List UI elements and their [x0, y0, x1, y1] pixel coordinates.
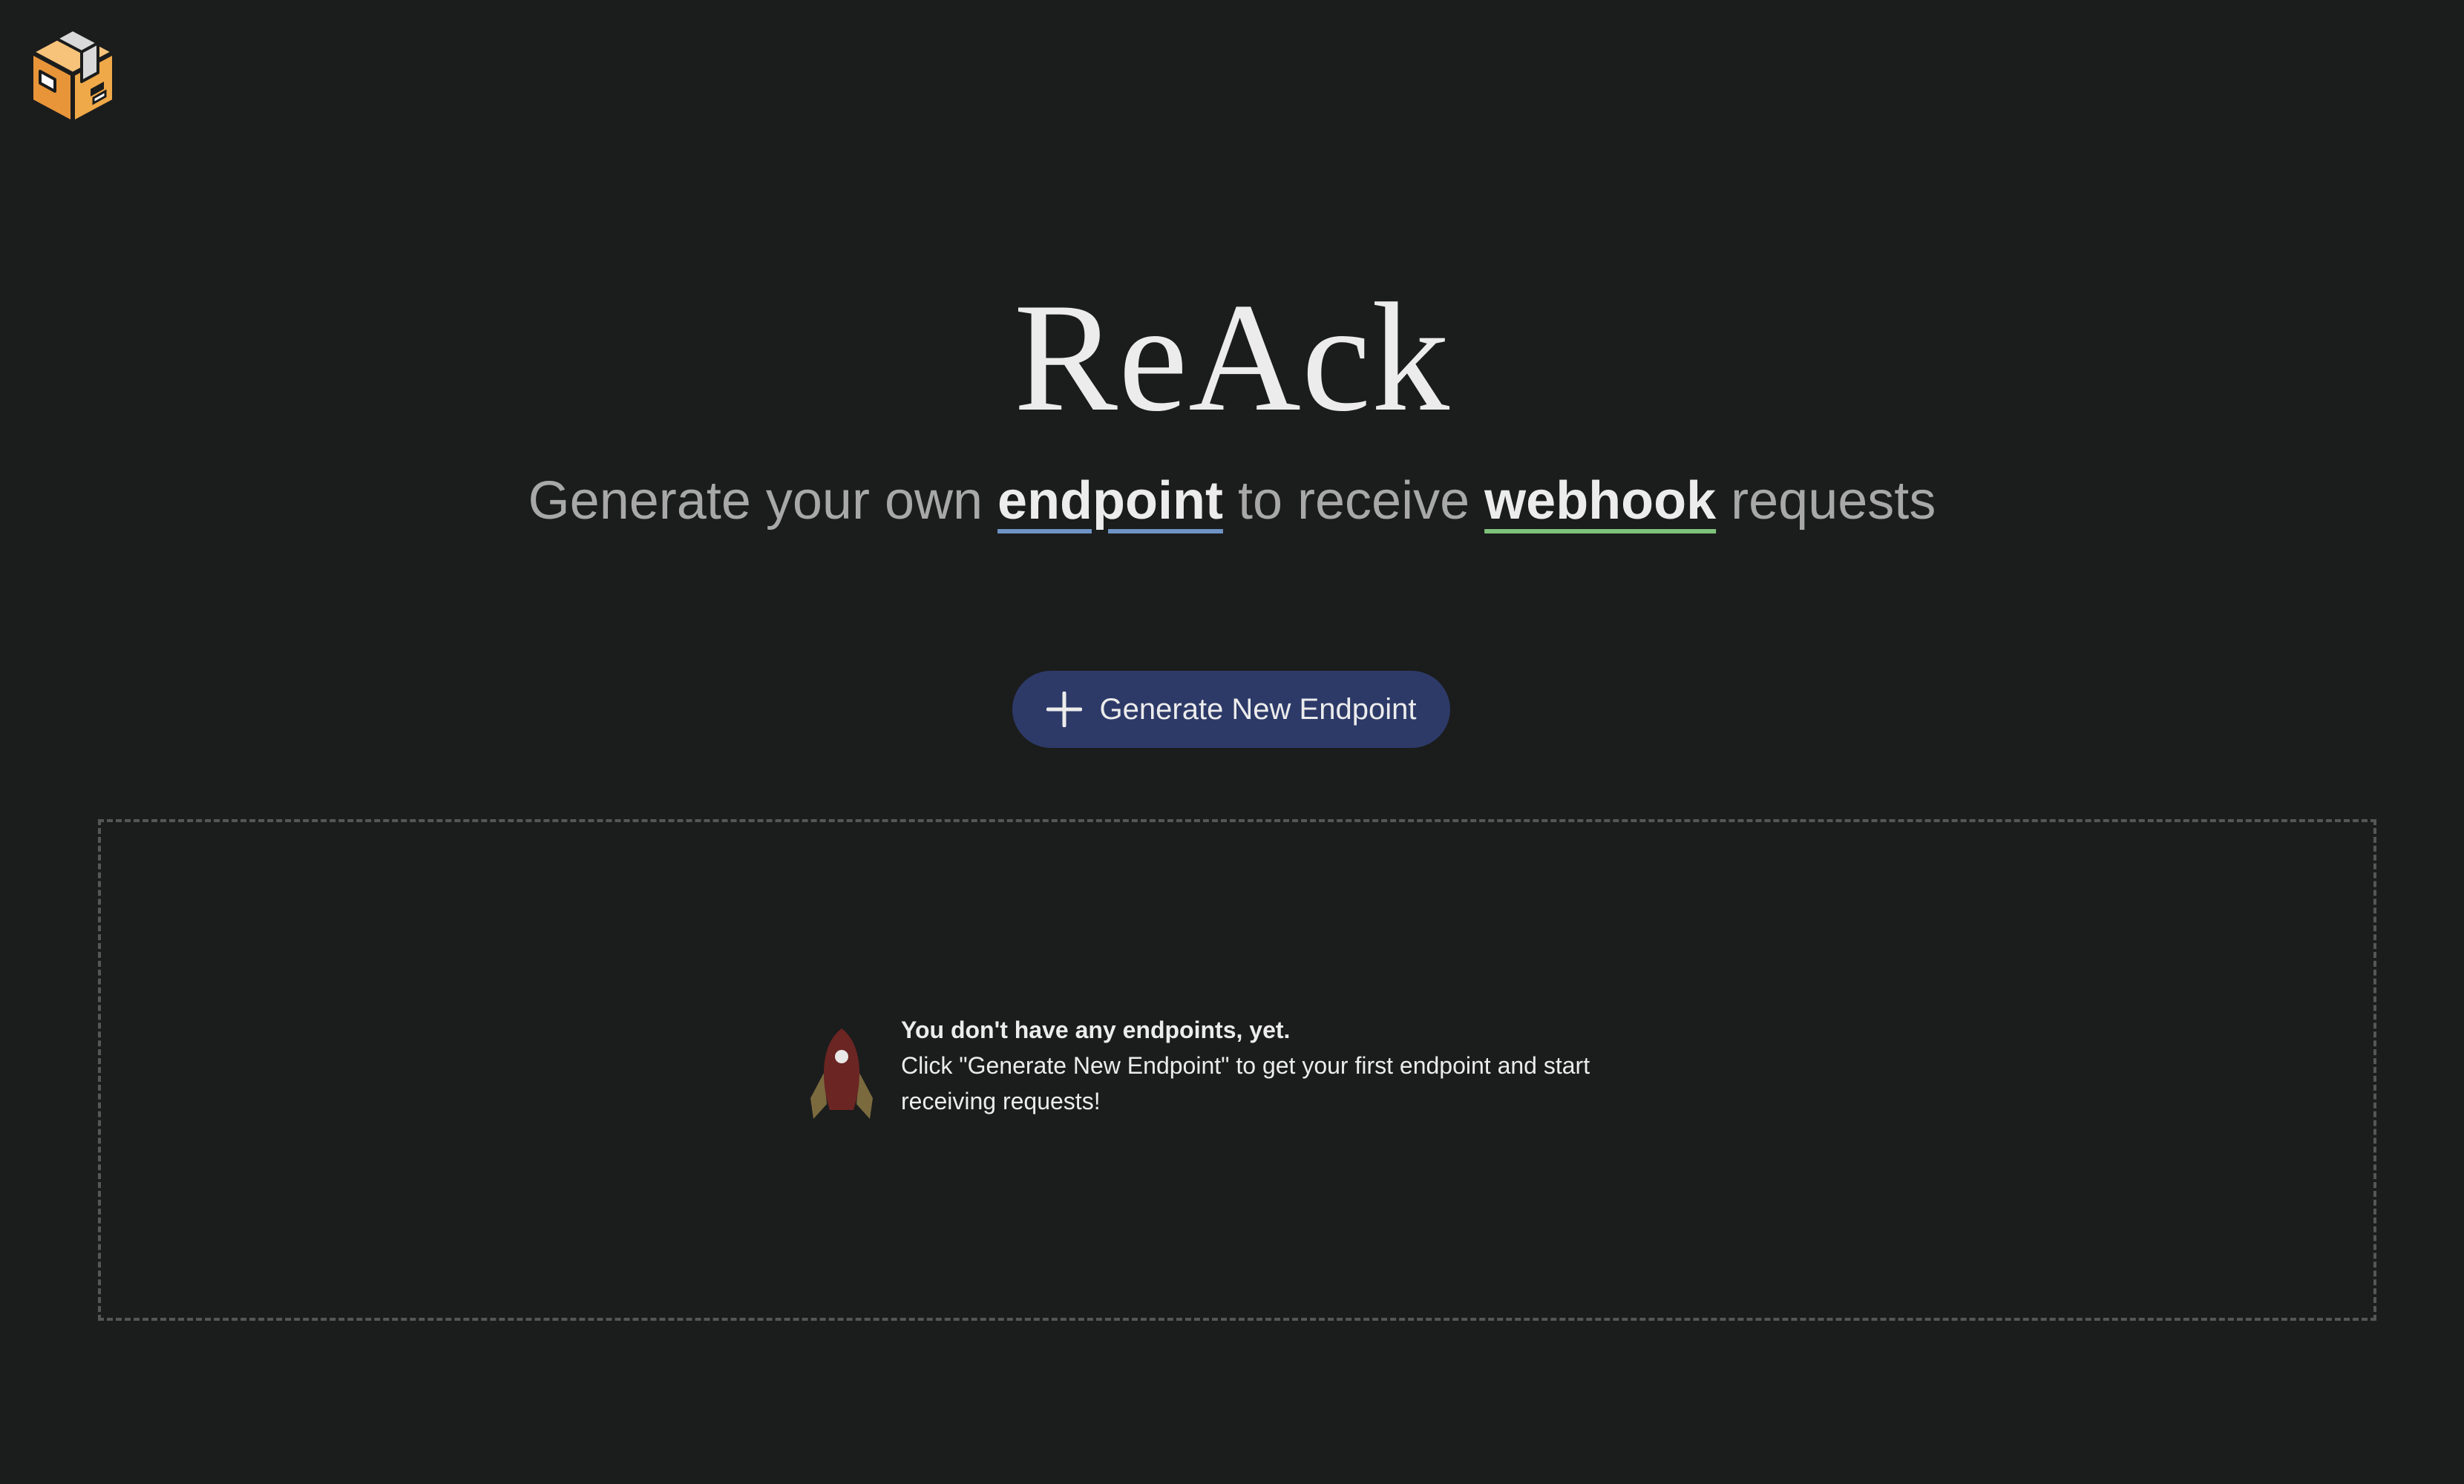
subtitle-text-2: to receive — [1222, 471, 1485, 531]
empty-state-message: You don't have any endpoints, yet. Click… — [901, 1012, 1658, 1119]
empty-state-body: Click "Generate New Endpoint" to get you… — [901, 1052, 1590, 1114]
empty-state-headline: You don't have any endpoints, yet. — [901, 1017, 1291, 1043]
app-subtitle: Generate your own endpoint to receive we… — [0, 464, 2464, 538]
plus-icon — [1046, 692, 1082, 727]
subtitle-text-3: requests — [1716, 471, 1936, 531]
generate-endpoint-button[interactable]: Generate New Endpoint — [1012, 671, 1450, 748]
rocket-icon — [807, 1027, 876, 1119]
subtitle-endpoint-highlight: endpoint — [997, 471, 1223, 531]
subtitle-webhook-highlight: webhook — [1484, 471, 1717, 531]
package-box-icon[interactable] — [27, 27, 119, 126]
generate-endpoint-label: Generate New Endpoint — [1099, 692, 1417, 726]
app-title: ReAck — [1013, 272, 1451, 444]
subtitle-text-1: Generate your own — [528, 471, 998, 531]
